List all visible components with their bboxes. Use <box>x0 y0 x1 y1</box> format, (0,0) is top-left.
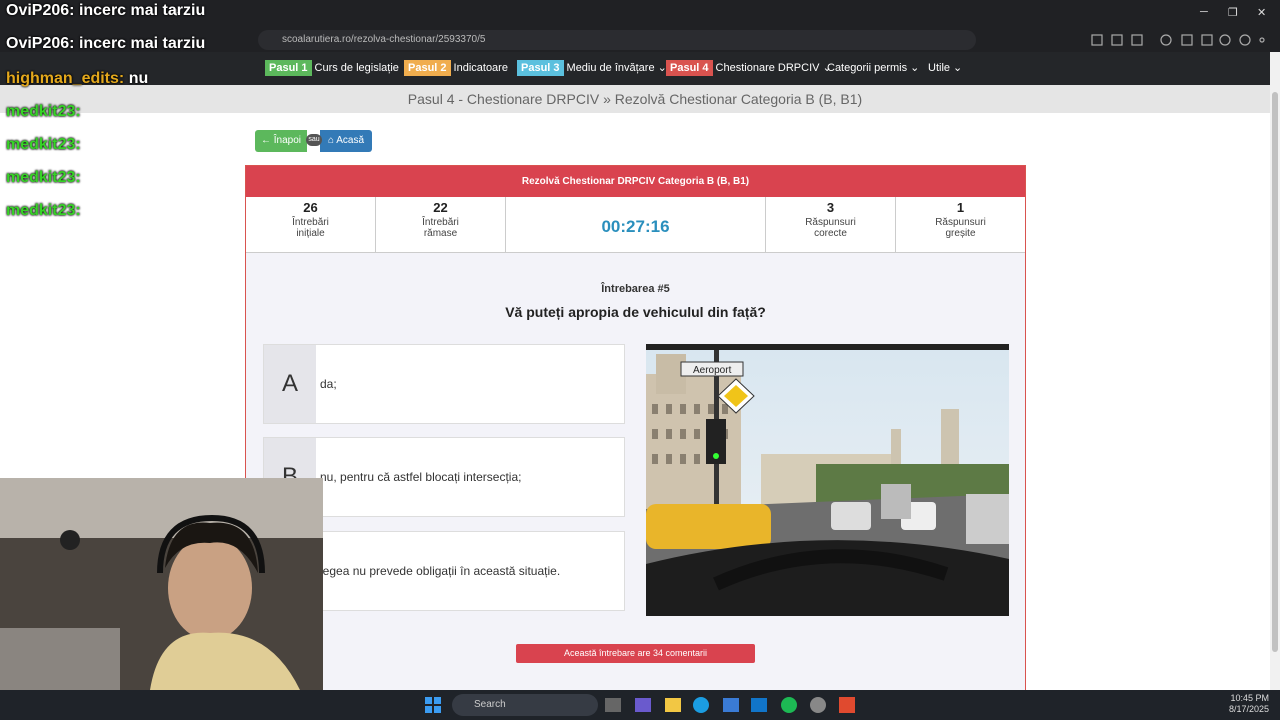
stat-remaining: 22 Întrebări rămase <box>376 197 506 252</box>
taskbar: Search 10:45 PM 8/17/2025 <box>0 690 1280 720</box>
chat-msg: incerc mai tarziu <box>78 35 206 52</box>
nav-pasul-2[interactable]: Pasul 2 Indicatoare <box>404 58 508 77</box>
nav-label: Chestionare DRPCIV ⌄ <box>715 62 832 74</box>
pill: Pasul 2 <box>404 59 451 76</box>
timer: 00:27:16 <box>506 197 766 252</box>
time: 10:45 PM <box>1230 693 1269 703</box>
chat-user: medkit23: <box>6 103 81 120</box>
quiz-stats: 26 Întrebări inițiale 22 Întrebări rămase 00… <box>246 197 1025 253</box>
chat-line: medkit23: <box>6 202 81 220</box>
chat-line: OviP206: incerc mai tarziu <box>6 2 205 20</box>
stat-label: inițiale <box>296 228 325 239</box>
answer-text: da; <box>320 377 337 391</box>
pill: Pasul 4 <box>666 59 713 76</box>
nav-pasul-1[interactable]: Pasul 1 Curs de legislație <box>265 58 399 77</box>
chat-user: medkit23: <box>6 202 81 219</box>
close-window-button[interactable]: ✕ <box>1257 6 1266 19</box>
nav-label: Curs de legislație <box>314 61 399 74</box>
taskbar-search[interactable]: Search <box>452 694 598 716</box>
answer-text: legea nu prevede obligații în această si… <box>320 564 561 578</box>
chat-user: OviP206: <box>6 35 75 52</box>
windows-start-icon[interactable] <box>425 697 441 713</box>
chat-msg: incerc mai tarziu <box>78 2 206 19</box>
stat-wrong: 1 Răspunsuri greșite <box>896 197 1025 252</box>
quiz-panel: Rezolvă Chestionar DRPCIV Categoria B (B… <box>245 165 1026 695</box>
nav-utile[interactable]: Utile ⌄ <box>928 58 962 77</box>
nav-label: Indicatoare <box>453 61 508 74</box>
pill: Pasul 3 <box>517 59 564 76</box>
stat-label: Răspunsuri <box>935 217 986 228</box>
stat-value: 3 <box>826 200 835 215</box>
answer-text: nu, pentru că astfel blocați intersecția… <box>320 470 522 484</box>
chat-user: highman_edits: <box>6 70 125 87</box>
chat-line: medkit23: <box>6 103 81 121</box>
date: 8/17/2025 <box>1228 704 1269 714</box>
nav-categorii[interactable]: Categorii permis ⌄ <box>827 58 919 77</box>
home-button[interactable]: ⌂ Acasă <box>320 130 372 152</box>
stat-label: corecte <box>814 228 847 239</box>
minimize-button[interactable]: ─ <box>1200 6 1208 18</box>
back-button[interactable]: ← Înapoi <box>255 130 307 152</box>
chat-line: OviP206: incerc mai tarziu <box>6 35 205 53</box>
stat-value: 1 <box>956 200 965 215</box>
scrollbar[interactable] <box>1270 52 1280 690</box>
stat-label: Întrebări <box>292 217 329 228</box>
nav-pasul-4[interactable]: Pasul 4 Chestionare DRPCIV ⌄ <box>666 58 832 77</box>
comments-button[interactable]: Această întrebare are 34 comentarii <box>516 644 755 663</box>
chat-user: medkit23: <box>6 169 81 186</box>
webcam-overlay <box>0 478 323 690</box>
stat-label: greșite <box>945 228 976 239</box>
question-photo: Aeroport <box>646 344 1009 616</box>
search-label: Search <box>474 699 506 710</box>
clock[interactable]: 10:45 PM 8/17/2025 <box>1225 693 1269 715</box>
stat-value: 26 <box>303 200 318 215</box>
breadcrumb: Pasul 4 - Chestionare DRPCIV » Rezolvă C… <box>0 85 1270 113</box>
site-nav: Pasul 1 Curs de legislație Pasul 2 Indic… <box>0 52 1270 85</box>
nav-label: Mediu de învățare ⌄ <box>566 62 667 74</box>
question-number: Întrebarea #5 <box>601 283 670 295</box>
stat-correct: 3 Răspunsuri corecte <box>766 197 896 252</box>
chat-user: OviP206: <box>6 2 75 19</box>
scroll-thumb[interactable] <box>1272 92 1278 652</box>
stat-label: Răspunsuri <box>805 217 856 228</box>
pill: Pasul 1 <box>265 59 312 76</box>
chat-line: medkit23: <box>6 169 81 187</box>
stat-value: 22 <box>433 200 448 215</box>
url-field[interactable]: scoalarutiera.ro/rezolva-chestionar/2593… <box>258 30 976 50</box>
toolbar-icons[interactable] <box>1090 33 1270 47</box>
answer-a[interactable]: A da; <box>263 344 625 424</box>
chat-user: medkit23: <box>6 136 81 153</box>
stat-label: rămase <box>423 228 458 239</box>
or-badge: sau <box>306 134 322 146</box>
sign-text: Aeroport <box>693 365 732 376</box>
chat-line: medkit23: <box>6 136 81 154</box>
taskbar-app-icons[interactable] <box>605 696 860 714</box>
chat-msg: nu <box>128 70 149 87</box>
stat-initial: 26 Întrebări inițiale <box>246 197 376 252</box>
nav-pasul-3[interactable]: Pasul 3 Mediu de învățare ⌄ <box>517 58 667 77</box>
chat-line: highman_edits: nu <box>6 70 148 88</box>
quiz-header: Rezolvă Chestionar DRPCIV Categoria B (B… <box>246 166 1025 197</box>
stat-label: Întrebări <box>422 217 459 228</box>
maximize-button[interactable]: ❐ <box>1228 6 1238 19</box>
question-text: Vă puteți apropia de vehiculul din față? <box>505 304 766 320</box>
answer-letter: A <box>264 345 316 423</box>
